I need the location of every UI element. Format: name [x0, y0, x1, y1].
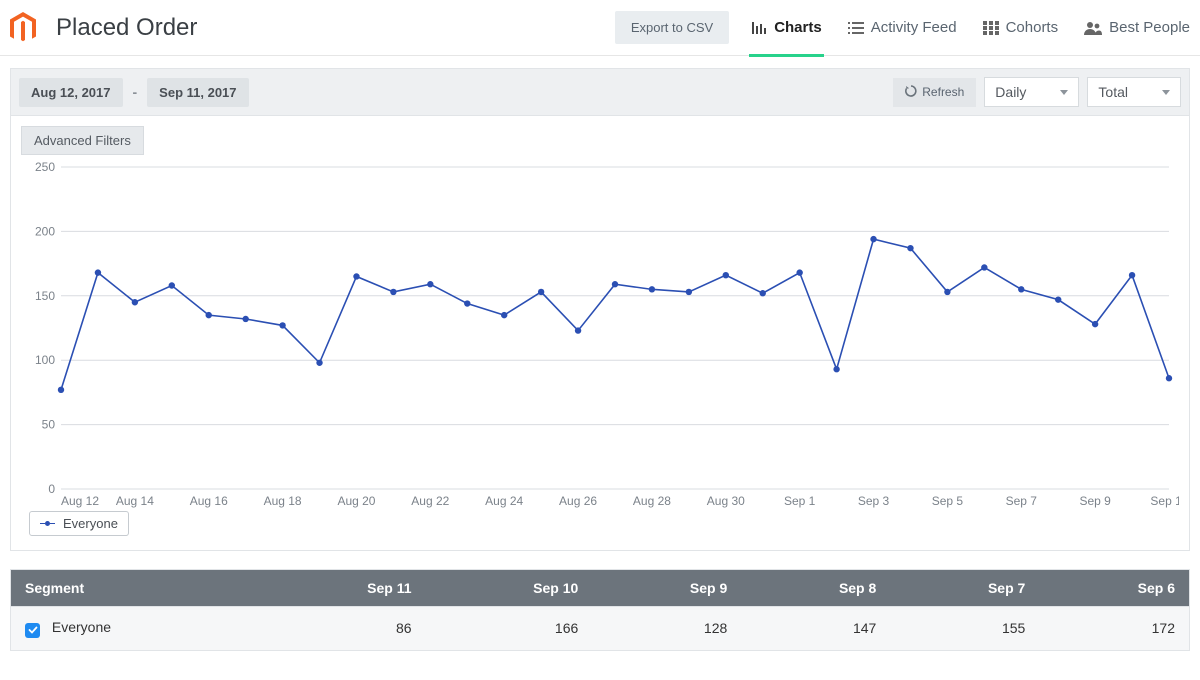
table-row[interactable]: Everyone 86 166 128 147 155 172 [11, 607, 1190, 651]
svg-text:Sep 9: Sep 9 [1079, 494, 1111, 508]
svg-text:Aug 20: Aug 20 [337, 494, 375, 508]
date-range-start[interactable]: Aug 12, 2017 [19, 78, 123, 107]
svg-text:250: 250 [35, 161, 55, 174]
tab-charts[interactable]: Charts [751, 0, 822, 56]
line-chart: 0 50 100 150 200 250 Aug 12 Aug 14 Aug 16 Aug 18 A… [21, 161, 1179, 534]
col-date[interactable]: Sep 10 [426, 570, 593, 607]
col-date[interactable]: Sep 8 [741, 570, 890, 607]
svg-text:Aug 30: Aug 30 [707, 494, 745, 508]
svg-text:Sep 11: Sep 11 [1150, 494, 1179, 508]
svg-text:Aug 16: Aug 16 [190, 494, 228, 508]
chevron-down-icon [1162, 90, 1170, 95]
tab-best-people[interactable]: Best People [1084, 0, 1190, 56]
people-icon [1084, 21, 1102, 35]
list-icon [848, 21, 864, 35]
export-csv-button[interactable]: Export to CSV [615, 11, 729, 44]
segment-value: 155 [890, 607, 1039, 651]
segment-value: 86 [261, 607, 426, 651]
view-tabs: Charts Activity Feed Cohorts Best People [751, 0, 1190, 56]
page-title: Placed Order [56, 14, 197, 42]
segment-value: 128 [592, 607, 741, 651]
refresh-icon [905, 85, 917, 100]
svg-text:Aug 24: Aug 24 [485, 494, 523, 508]
svg-text:200: 200 [35, 224, 55, 238]
segment-checkbox[interactable] [25, 623, 40, 638]
app-header: Placed Order Export to CSV Charts Activi… [0, 0, 1200, 56]
col-date[interactable]: Sep 6 [1039, 570, 1189, 607]
svg-text:Sep 1: Sep 1 [784, 494, 816, 508]
tab-label: Charts [774, 0, 822, 56]
svg-text:Aug 22: Aug 22 [411, 494, 449, 508]
refresh-button[interactable]: Refresh [893, 78, 976, 107]
grid-icon [983, 21, 999, 35]
granularity-value: Daily [995, 84, 1026, 100]
legend-item-everyone[interactable]: Everyone [29, 511, 129, 536]
svg-text:50: 50 [42, 418, 56, 432]
granularity-select[interactable]: Daily [984, 77, 1079, 107]
svg-text:100: 100 [35, 353, 55, 367]
svg-text:150: 150 [35, 289, 55, 303]
svg-text:Aug 18: Aug 18 [264, 494, 302, 508]
chart-card: Advanced Filters 0 50 100 150 200 250 Aug 12 Au… [10, 116, 1190, 551]
svg-text:Sep 3: Sep 3 [858, 494, 890, 508]
date-range-separator: - [131, 84, 140, 100]
col-segment[interactable]: Segment [11, 570, 261, 607]
bar-chart-icon [751, 20, 767, 36]
segment-value: 166 [426, 607, 593, 651]
segment-value: 172 [1039, 607, 1189, 651]
segment-name-cell: Everyone [11, 607, 261, 651]
tab-label: Activity Feed [871, 0, 957, 56]
magento-logo-icon [8, 11, 38, 45]
aggregation-value: Total [1098, 84, 1128, 100]
legend-label: Everyone [63, 516, 118, 531]
table-header-row: Segment Sep 11 Sep 10 Sep 9 Sep 8 Sep 7 … [11, 570, 1190, 607]
tab-label: Cohorts [1006, 0, 1059, 56]
filter-toolbar: Aug 12, 2017 - Sep 11, 2017 Refresh Dail… [10, 68, 1190, 116]
chevron-down-icon [1060, 90, 1068, 95]
svg-text:Aug 26: Aug 26 [559, 494, 597, 508]
svg-text:Sep 5: Sep 5 [932, 494, 964, 508]
tab-cohorts[interactable]: Cohorts [983, 0, 1059, 56]
date-range-end[interactable]: Sep 11, 2017 [147, 78, 248, 107]
segment-table: Segment Sep 11 Sep 10 Sep 9 Sep 8 Sep 7 … [10, 569, 1190, 651]
svg-text:Sep 7: Sep 7 [1006, 494, 1038, 508]
segment-name: Everyone [52, 619, 111, 635]
col-date[interactable]: Sep 7 [890, 570, 1039, 607]
tab-label: Best People [1109, 0, 1190, 56]
col-date[interactable]: Sep 11 [261, 570, 426, 607]
advanced-filters-button[interactable]: Advanced Filters [21, 126, 144, 155]
legend-marker-icon [40, 521, 55, 526]
tab-activity-feed[interactable]: Activity Feed [848, 0, 957, 56]
col-date[interactable]: Sep 9 [592, 570, 741, 607]
segment-value: 147 [741, 607, 890, 651]
svg-text:Aug 12: Aug 12 [61, 494, 99, 508]
refresh-label: Refresh [922, 85, 964, 99]
aggregation-select[interactable]: Total [1087, 77, 1181, 107]
svg-text:Aug 28: Aug 28 [633, 494, 671, 508]
svg-text:0: 0 [48, 482, 55, 496]
svg-text:Aug 14: Aug 14 [116, 494, 154, 508]
